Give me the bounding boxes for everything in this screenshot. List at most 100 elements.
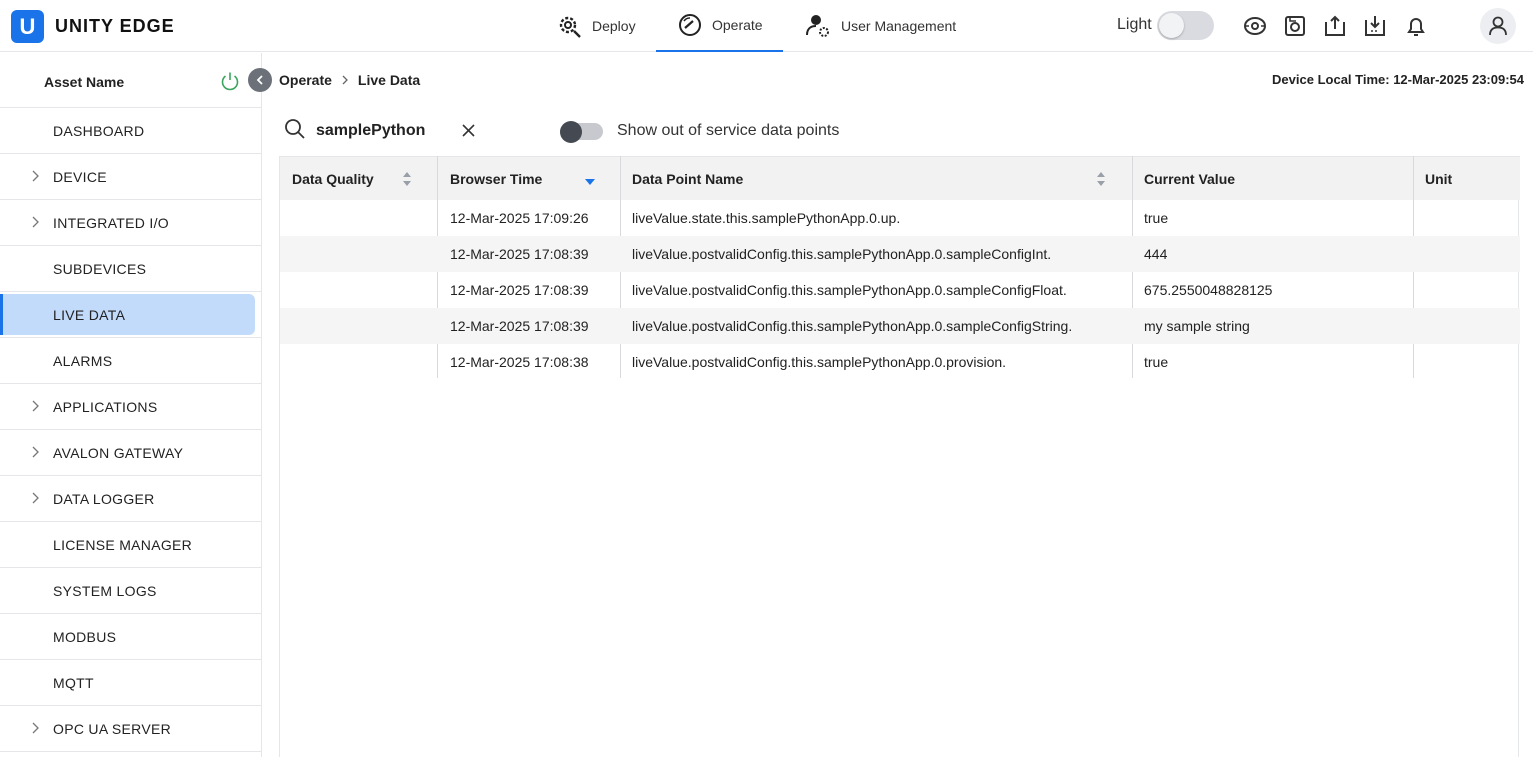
sidebar-item-label: SYSTEM LOGS	[53, 583, 157, 599]
sidebar-item-label: APPLICATIONS	[53, 399, 158, 415]
save-icon[interactable]	[1282, 13, 1308, 39]
out-of-service-toggle[interactable]	[560, 121, 603, 143]
chevron-right-icon	[340, 74, 350, 86]
sidebar-item-data-logger[interactable]: DATA LOGGER	[0, 476, 261, 522]
sidebar-header: Asset Name	[0, 53, 261, 108]
sidebar-item-modbus[interactable]: MODBUS	[0, 614, 261, 660]
breadcrumb-operate[interactable]: Operate	[279, 72, 332, 88]
column-current-value[interactable]: Current Value	[1132, 157, 1413, 201]
search-icon[interactable]	[284, 118, 306, 140]
sidebar-item-dashboard[interactable]: DASHBOARD	[0, 108, 261, 154]
sidebar-item-label: MODBUS	[53, 629, 117, 645]
sidebar-item-applications[interactable]: APPLICATIONS	[0, 384, 261, 430]
gauge-icon	[678, 13, 702, 37]
column-data-quality-label: Data Quality	[292, 171, 374, 187]
cell-value: my sample string	[1144, 318, 1250, 334]
column-browser-time[interactable]: Browser Time	[438, 157, 620, 201]
cell-name: liveValue.postvalidConfig.this.samplePyt…	[632, 282, 1067, 298]
cell-time: 12-Mar-2025 17:08:38	[450, 354, 589, 370]
disk-icon[interactable]	[1242, 13, 1268, 39]
cell-name: liveValue.postvalidConfig.this.samplePyt…	[632, 246, 1052, 262]
sidebar-item-label: SUBDEVICES	[53, 261, 147, 277]
table-row[interactable]: 12-Mar-2025 17:08:39 liveValue.postvalidC…	[280, 308, 1520, 344]
breadcrumb: Operate Live Data	[279, 72, 420, 88]
sort-icon[interactable]	[1096, 171, 1106, 190]
nav-user-management[interactable]: User Management	[805, 0, 956, 52]
chevron-right-icon[interactable]	[30, 399, 40, 416]
nav-operate[interactable]: Operate	[656, 0, 783, 52]
sidebar-item-label: DATA LOGGER	[53, 491, 155, 507]
sidebar-item-label: AVALON GATEWAY	[53, 445, 184, 461]
sidebar-item-label: MQTT	[53, 675, 94, 691]
column-data-point-name[interactable]: Data Point Name	[620, 157, 1132, 201]
out-of-service-toggle-knob	[560, 121, 582, 143]
sidebar-item-alarms[interactable]: ALARMS	[0, 338, 261, 384]
search-input[interactable]: samplePython	[316, 122, 425, 140]
nav-operate-label: Operate	[712, 17, 763, 33]
nav-user-management-label: User Management	[841, 18, 957, 34]
theme-label: Light	[1117, 16, 1152, 33]
sidebar-item-label: DEVICE	[53, 169, 107, 185]
cell-value: true	[1144, 354, 1169, 370]
sidebar-item-label: LICENSE MANAGER	[53, 537, 193, 553]
chevron-right-icon[interactable]	[30, 491, 40, 508]
cell-time: 12-Mar-2025 17:09:26	[450, 210, 589, 226]
chevron-right-icon[interactable]	[30, 215, 40, 232]
out-of-service-label: Show out of service data points	[617, 122, 840, 139]
sidebar-item-label: DASHBOARD	[53, 123, 145, 139]
download-icon[interactable]	[1362, 13, 1388, 39]
sidebar-item-live-data[interactable]: LIVE DATA	[0, 292, 261, 338]
sidebar-item-integrated-i-o[interactable]: INTEGRATED I/O	[0, 200, 261, 246]
sort-icon[interactable]	[402, 171, 412, 190]
table-row[interactable]: 12-Mar-2025 17:08:38 liveValue.postvalidC…	[280, 344, 1520, 380]
sidebar-item-subdevices[interactable]: SUBDEVICES	[0, 246, 261, 292]
clear-search-icon[interactable]	[461, 123, 476, 143]
app-logo[interactable]: U	[11, 10, 44, 43]
nav-deploy[interactable]: Deploy	[556, 0, 636, 52]
sidebar-item-license-manager[interactable]: LICENSE MANAGER	[0, 522, 261, 568]
cell-value: 444	[1144, 246, 1168, 262]
app-name: UNITY EDGE	[55, 16, 175, 36]
chevron-right-icon[interactable]	[30, 721, 40, 738]
column-data-point-name-label: Data Point Name	[632, 171, 744, 187]
sidebar-item-system-logs[interactable]: SYSTEM LOGS	[0, 568, 261, 614]
sidebar-item-opc-ua-server[interactable]: OPC UA SERVER	[0, 706, 261, 752]
sidebar-item-device[interactable]: DEVICE	[0, 154, 261, 200]
nav-deploy-label: Deploy	[592, 18, 636, 34]
sort-descending-icon[interactable]	[584, 173, 596, 189]
column-unit-label: Unit	[1425, 171, 1453, 187]
chevron-right-icon[interactable]	[30, 169, 40, 186]
theme-toggle-knob	[1159, 13, 1184, 38]
cell-name: liveValue.state.this.samplePythonApp.0.u…	[632, 210, 901, 226]
table-row[interactable]: 12-Mar-2025 17:09:26 liveValue.state.this…	[280, 200, 1520, 236]
top-bar: U UNITY EDGE Deploy Operate User Managem…	[0, 0, 1533, 52]
table-header: Data Quality Browser Time Data Point Nam…	[280, 156, 1520, 200]
cell-name: liveValue.postvalidConfig.this.samplePyt…	[632, 354, 1007, 370]
table-row[interactable]: 12-Mar-2025 17:08:39 liveValue.postvalidC…	[280, 272, 1520, 308]
power-icon[interactable]	[220, 71, 240, 96]
live-data-table: Data Quality Browser Time Data Point Nam…	[279, 156, 1520, 757]
upload-icon[interactable]	[1322, 13, 1348, 39]
cell-value: true	[1144, 210, 1169, 226]
column-current-value-label: Current Value	[1144, 171, 1236, 187]
breadcrumb-live-data: Live Data	[357, 72, 421, 88]
column-unit[interactable]: Unit	[1413, 157, 1520, 201]
table-row[interactable]: 12-Mar-2025 17:08:39 liveValue.postvalidC…	[280, 236, 1520, 272]
sidebar-menu: DASHBOARD DEVICE INTEGRATED I/O SUBDEVICES L…	[0, 108, 261, 752]
column-data-quality[interactable]: Data Quality	[280, 157, 437, 201]
sidebar-item-avalon-gateway[interactable]: AVALON GATEWAY	[0, 430, 261, 476]
column-browser-time-label: Browser Time	[450, 171, 543, 187]
sidebar-item-mqtt[interactable]: MQTT	[0, 660, 261, 706]
cell-time: 12-Mar-2025 17:08:39	[450, 318, 589, 334]
cell-name: liveValue.postvalidConfig.this.samplePyt…	[632, 318, 1073, 334]
chevron-right-icon[interactable]	[30, 445, 40, 462]
collapse-sidebar-button[interactable]	[248, 68, 272, 92]
sidebar-item-label: INTEGRATED I/O	[53, 215, 169, 231]
bell-icon[interactable]	[1403, 13, 1429, 39]
chevron-left-icon	[256, 75, 263, 85]
device-local-time: Device Local Time: 12-Mar-2025 23:09:54	[1272, 72, 1524, 87]
sidebar-item-label: ALARMS	[53, 353, 113, 369]
cell-time: 12-Mar-2025 17:08:39	[450, 246, 589, 262]
user-avatar-icon[interactable]	[1480, 8, 1516, 44]
theme-toggle[interactable]	[1157, 11, 1214, 40]
